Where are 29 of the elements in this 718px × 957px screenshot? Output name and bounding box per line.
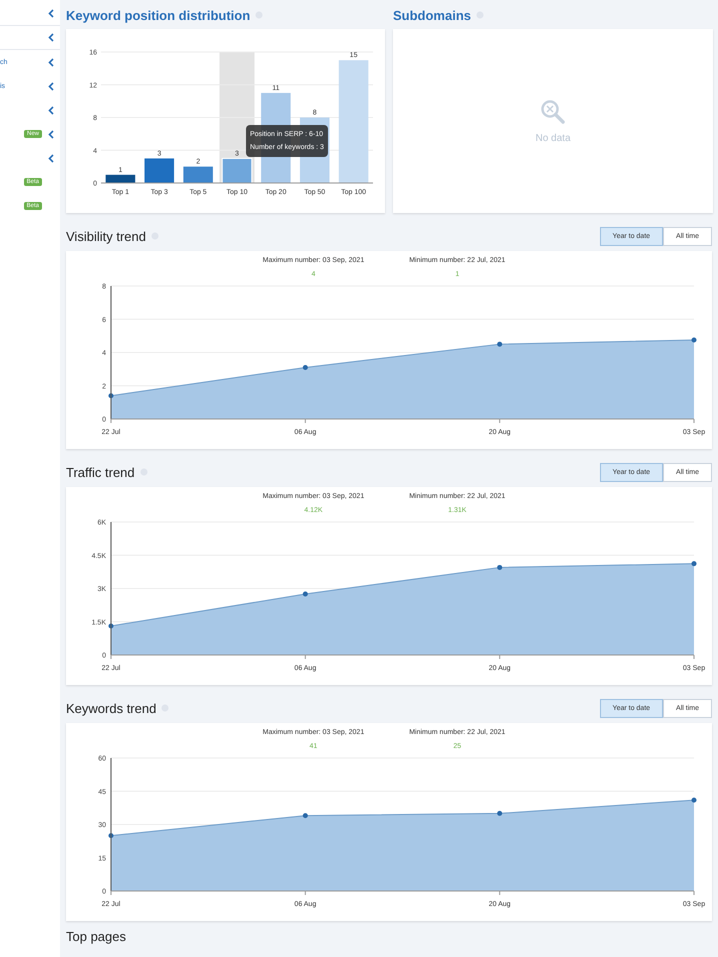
data-point[interactable] [302,592,308,597]
section-title: Top pages [65,929,126,944]
section-title: Keywords trend [66,700,156,716]
data-point[interactable] [302,813,308,818]
data-point[interactable] [692,798,696,803]
data-point[interactable] [692,561,696,566]
data-point[interactable] [108,393,114,398]
bar[interactable] [144,158,174,183]
data-point[interactable] [108,833,114,838]
section-title: Visibility trend [66,228,146,244]
empty-message: No data [535,132,571,144]
data-point[interactable] [497,342,502,347]
chevron-left-icon[interactable] [48,82,54,90]
data-point[interactable] [108,623,114,628]
section-title: Traffic trend [66,464,135,480]
chevron-left-icon[interactable] [48,33,54,42]
data-point[interactable] [692,338,696,343]
section-title: Keyword position distribution [66,8,250,22]
chevron-left-icon[interactable] [48,58,54,66]
data-point[interactable] [497,564,502,570]
chevron-left-icon[interactable] [48,154,54,162]
search-icon [540,98,566,124]
chevron-left-icon[interactable] [48,130,54,138]
data-point[interactable] [497,810,502,816]
data-point[interactable] [302,364,308,370]
chevron-left-icon[interactable] [48,9,54,18]
chevron-left-icon[interactable] [48,106,54,114]
bar[interactable] [222,158,252,184]
section-title: Subdomains [393,8,472,22]
